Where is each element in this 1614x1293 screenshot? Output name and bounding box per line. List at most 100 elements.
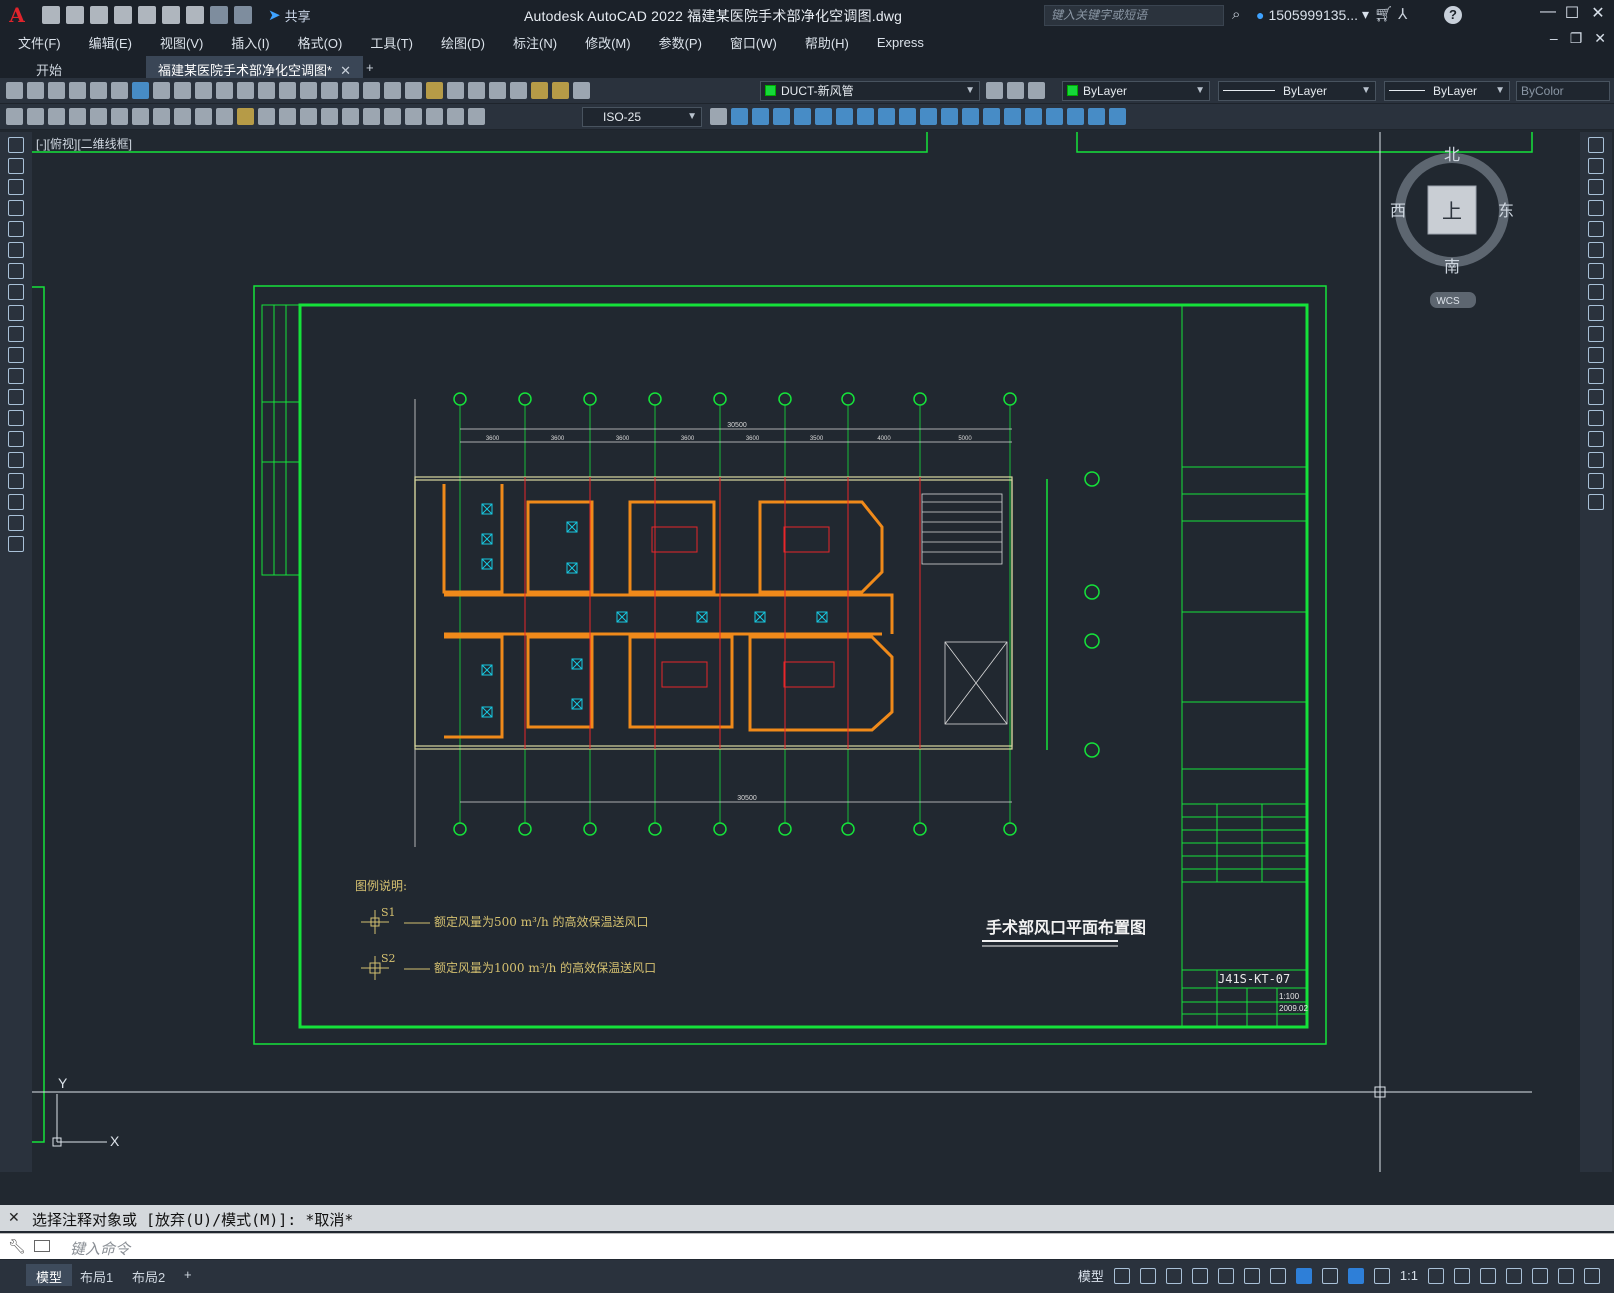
grid-icon[interactable]: [1113, 1267, 1130, 1284]
app-logo-icon[interactable]: A: [0, 0, 34, 30]
mtext-icon[interactable]: [8, 515, 24, 531]
close-icon[interactable]: ✕: [1584, 3, 1612, 23]
align-icon[interactable]: [1088, 108, 1105, 125]
layer-state-icon[interactable]: [1028, 82, 1045, 99]
layer-lock-icon[interactable]: [573, 82, 590, 99]
dim-linear-icon[interactable]: [69, 108, 86, 125]
erase-icon[interactable]: [1046, 108, 1063, 125]
plot-icon-2[interactable]: [69, 82, 86, 99]
rectangle-icon[interactable]: [8, 221, 24, 237]
revcloud-icon[interactable]: [8, 284, 24, 300]
isodraft-icon[interactable]: [1217, 1267, 1234, 1284]
annotation-visibility-icon[interactable]: [1321, 1267, 1338, 1284]
markup-icon[interactable]: [447, 82, 464, 99]
dim-aligned-icon[interactable]: [90, 108, 107, 125]
help-icon-2[interactable]: [489, 82, 506, 99]
layer-on-icon[interactable]: [531, 82, 548, 99]
scale-tool-icon[interactable]: [1588, 284, 1604, 300]
mirror-icon[interactable]: [752, 108, 769, 125]
doc-close-icon[interactable]: ✕: [1594, 30, 1606, 47]
cut-icon[interactable]: [153, 82, 170, 99]
polyline-icon[interactable]: [8, 179, 24, 195]
new-tab-button[interactable]: +: [354, 56, 386, 80]
viewcube-south[interactable]: 南: [1444, 257, 1460, 276]
arc-icon[interactable]: [8, 242, 24, 258]
user-account[interactable]: ● 1505999135... ▾: [1256, 6, 1369, 23]
save-as-icon[interactable]: [114, 6, 132, 24]
fillet-icon[interactable]: [1004, 108, 1021, 125]
table-icon[interactable]: [8, 494, 24, 510]
publish-icon[interactable]: [111, 82, 128, 99]
zoom-window-icon[interactable]: [321, 82, 338, 99]
viewcube-east[interactable]: 东: [1498, 201, 1514, 220]
offset-icon[interactable]: [773, 108, 790, 125]
menu-help[interactable]: 帮助(H): [805, 33, 849, 52]
selection-cycling-icon[interactable]: [1295, 1267, 1312, 1284]
annotation-scale-icon[interactable]: [1373, 1267, 1390, 1284]
model-viewport[interactable]: J41S-KT-07 1:100 2009.02 30500 30500 360…: [32, 132, 1580, 1172]
menu-file[interactable]: 文件(F): [18, 33, 61, 52]
sheet-set-icon[interactable]: [426, 82, 443, 99]
dim-jogged-icon[interactable]: [174, 108, 191, 125]
scale-icon[interactable]: [857, 108, 874, 125]
menu-window[interactable]: 窗口(W): [730, 33, 777, 52]
copy-tool-icon[interactable]: [1588, 158, 1604, 174]
layer-dropdown[interactable]: DUCT-新风管 ▼: [760, 81, 980, 101]
linetype-dropdown[interactable]: ByLayer ▼: [1218, 81, 1376, 101]
menu-modify[interactable]: 修改(M): [585, 33, 631, 52]
attr-icon[interactable]: [48, 108, 65, 125]
add-layout-button[interactable]: +: [174, 1264, 202, 1286]
zoom-realtime-icon[interactable]: [300, 82, 317, 99]
break-icon[interactable]: [941, 108, 958, 125]
dim-angular-icon[interactable]: [216, 108, 233, 125]
annotation-monitor-icon[interactable]: [1454, 1267, 1470, 1284]
menu-draw[interactable]: 绘图(D): [441, 33, 485, 52]
drawing-canvas[interactable]: J41S-KT-07 1:100 2009.02 30500 30500 360…: [32, 132, 1580, 1172]
annotation-scale-value[interactable]: 1:1: [1400, 1268, 1418, 1283]
rotate-icon[interactable]: [836, 108, 853, 125]
polygon-icon[interactable]: [8, 200, 24, 216]
center-mark-icon[interactable]: [363, 108, 380, 125]
jogged-linear-icon[interactable]: [405, 108, 422, 125]
tab-active-drawing[interactable]: 福建某医院手术部净化空调图* ✕: [146, 56, 363, 80]
paste-icon[interactable]: [195, 82, 212, 99]
customize-menu-icon[interactable]: [1584, 1267, 1600, 1284]
viewcube-west[interactable]: 西: [1390, 201, 1406, 220]
close-command-icon[interactable]: ✕: [8, 1209, 20, 1226]
make-current-icon[interactable]: [986, 82, 1003, 99]
mirror-tool-icon[interactable]: [1588, 179, 1604, 195]
maximize-icon[interactable]: ☐: [1558, 3, 1586, 23]
dim-space-icon[interactable]: [300, 108, 317, 125]
fillet-tool-icon[interactable]: [1588, 452, 1604, 468]
chamfer-icon[interactable]: [983, 108, 1000, 125]
calculator-icon[interactable]: [468, 82, 485, 99]
model-space-toggle[interactable]: 模型: [1078, 1266, 1104, 1285]
auto-scale-icon[interactable]: [1347, 1267, 1364, 1284]
redo-icon[interactable]: [234, 6, 252, 24]
ortho-icon[interactable]: [1165, 1267, 1182, 1284]
lineweight-icon[interactable]: [1269, 1267, 1286, 1284]
open-file-icon[interactable]: [66, 6, 84, 24]
dim-ordinate-icon[interactable]: [132, 108, 149, 125]
dim-baseline-icon[interactable]: [258, 108, 275, 125]
dim-diameter-icon[interactable]: [195, 108, 212, 125]
tab-start[interactable]: 开始: [24, 56, 74, 80]
dim-style-manager-icon[interactable]: [710, 108, 727, 125]
inspection-icon[interactable]: [384, 108, 401, 125]
trim-tool-icon[interactable]: [1588, 326, 1604, 342]
lengthen-icon[interactable]: [1067, 108, 1084, 125]
layer-properties-icon[interactable]: [510, 82, 527, 99]
menu-format[interactable]: 格式(O): [298, 33, 343, 52]
dim-arc-icon[interactable]: [111, 108, 128, 125]
search-input[interactable]: 键入关键字或短语: [1044, 5, 1224, 26]
quick-properties-icon[interactable]: [1506, 1267, 1522, 1284]
menu-insert[interactable]: 插入(I): [231, 33, 269, 52]
units-icon[interactable]: [1480, 1267, 1496, 1284]
make-block-icon[interactable]: [8, 389, 24, 405]
hatch-icon[interactable]: [8, 431, 24, 447]
design-center-icon[interactable]: [384, 82, 401, 99]
extend-icon[interactable]: [920, 108, 937, 125]
menu-edit[interactable]: 编辑(E): [89, 33, 132, 52]
open-from-web-icon[interactable]: [138, 6, 156, 24]
block-icon[interactable]: [27, 108, 44, 125]
